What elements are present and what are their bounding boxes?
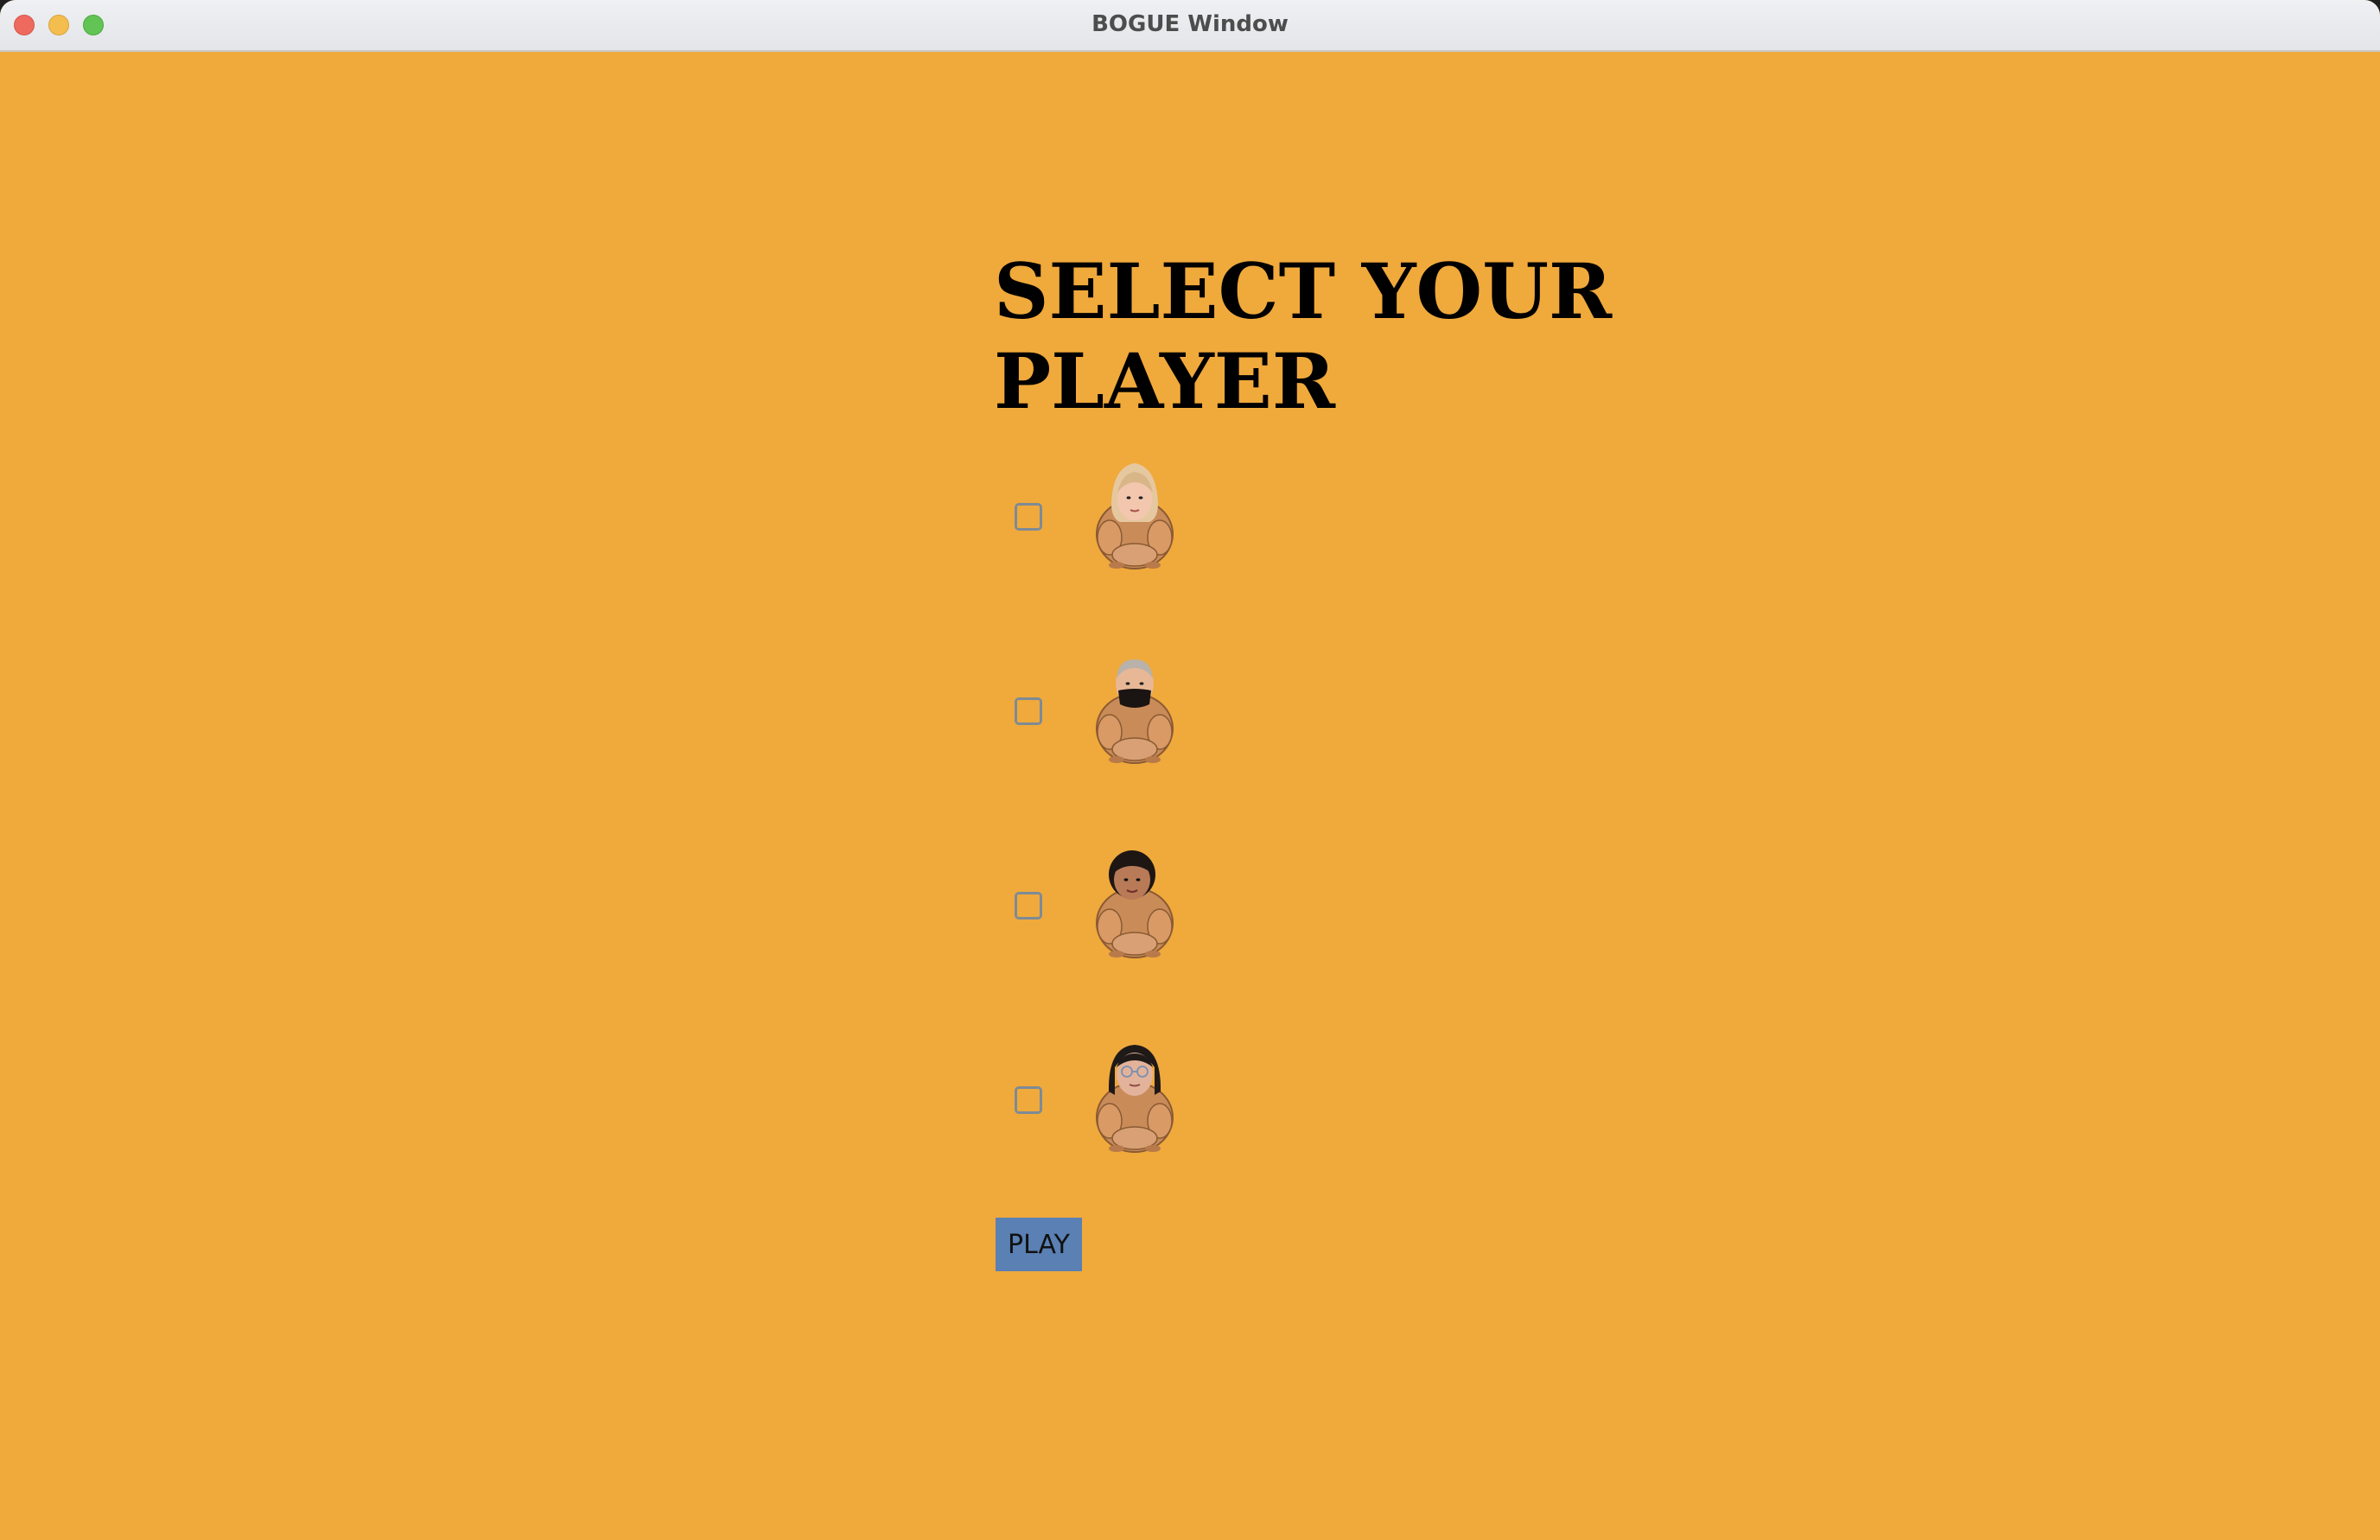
hamster-avatar-dark-hair-icon[interactable] [1087,847,1182,959]
player-option-4[interactable] [994,1041,1184,1154]
title-bar[interactable]: BOGUE Window [0,0,2380,52]
hamster-avatar-blonde-hair-icon[interactable] [1087,458,1182,570]
player-checkbox-4[interactable] [1015,1086,1042,1114]
play-button[interactable]: PLAY [996,1218,1082,1271]
player-option-3[interactable] [994,847,1184,959]
page-title: SELECT YOUR PLAYER [994,246,1613,426]
player-option-1[interactable] [994,458,1184,570]
window-title: BOGUE Window [1091,11,1289,37]
hamster-avatar-glasses-icon[interactable] [1087,1041,1182,1154]
player-checkbox-1[interactable] [1015,503,1042,531]
player-option-2[interactable] [994,652,1184,765]
hamster-avatar-masked-icon[interactable] [1087,652,1182,765]
player-checkbox-2[interactable] [1015,697,1042,725]
app-window: BOGUE Window SELECT YOUR PLAYER PLAY [0,0,2380,1540]
player-checkbox-3[interactable] [1015,892,1042,920]
